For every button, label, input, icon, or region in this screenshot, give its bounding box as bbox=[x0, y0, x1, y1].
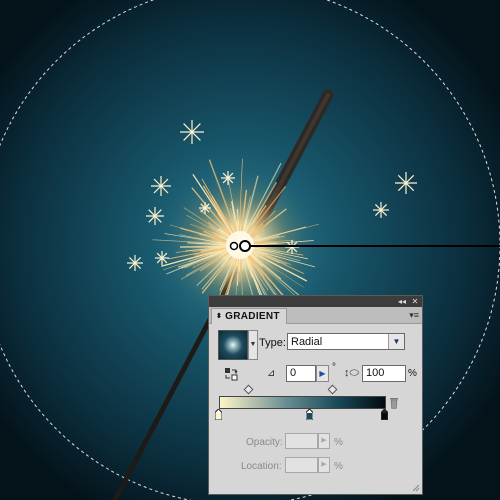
gradient-origin-handle[interactable] bbox=[239, 240, 251, 252]
gradient-focal-handle[interactable] bbox=[229, 241, 239, 251]
trash-icon[interactable] bbox=[389, 397, 399, 409]
gradient-slider[interactable] bbox=[219, 396, 386, 409]
opacity-label: Opacity: bbox=[246, 437, 283, 448]
degree-symbol: ° bbox=[332, 362, 336, 373]
aspect-ratio-input[interactable]: 100 bbox=[362, 365, 406, 382]
angle-input[interactable]: 0 bbox=[286, 365, 316, 382]
type-select[interactable]: Radial ▼ bbox=[287, 333, 405, 350]
location-dropdown[interactable]: ▶ bbox=[318, 457, 330, 473]
color-stop-start[interactable] bbox=[215, 409, 222, 420]
location-percent: % bbox=[334, 461, 343, 472]
type-label: Type: bbox=[259, 337, 286, 349]
tab-title: GRADIENT bbox=[225, 311, 280, 322]
angle-value: 0 bbox=[290, 367, 297, 379]
tab-gradient[interactable]: ⬍ GRADIENT bbox=[211, 308, 287, 324]
aspect-percent: % bbox=[408, 368, 417, 379]
midpoint-marker[interactable] bbox=[327, 384, 338, 395]
tab-expand-icon[interactable]: ⬍ bbox=[216, 313, 222, 320]
resize-grip-icon[interactable] bbox=[412, 484, 420, 492]
artboard: ◂◂ ✕ ⬍ GRADIENT ▾≡ ▼ Type: Radial ▼ ⊿ 0 ▶… bbox=[0, 0, 500, 500]
reverse-gradient-icon[interactable] bbox=[224, 367, 238, 381]
location-input[interactable] bbox=[285, 457, 318, 473]
chevron-down-icon[interactable]: ▼ bbox=[388, 334, 404, 349]
angle-icon: ⊿ bbox=[267, 368, 276, 379]
opacity-percent: % bbox=[334, 437, 343, 448]
gradient-presets-dropdown[interactable]: ▼ bbox=[248, 330, 258, 360]
panel-tab-bar: ⬍ GRADIENT ▾≡ bbox=[209, 307, 422, 324]
color-stop-middle[interactable] bbox=[306, 409, 313, 420]
aspect-ratio-icon: ↕⬭ bbox=[344, 367, 359, 379]
color-stop-end[interactable] bbox=[381, 409, 388, 420]
gradient-thumbnail[interactable] bbox=[218, 330, 248, 360]
angle-dropdown[interactable]: ▶ bbox=[316, 365, 329, 382]
location-label: Location: bbox=[241, 461, 282, 472]
gradient-panel: ◂◂ ✕ ⬍ GRADIENT ▾≡ ▼ Type: Radial ▼ ⊿ 0 ▶… bbox=[208, 295, 423, 495]
collapse-icon[interactable]: ◂◂ bbox=[396, 296, 408, 307]
aspect-ratio-value: 100 bbox=[366, 367, 385, 379]
opacity-input[interactable] bbox=[285, 433, 318, 449]
panel-menu-icon[interactable]: ▾≡ bbox=[409, 310, 419, 321]
panel-title-strip[interactable]: ◂◂ ✕ bbox=[209, 296, 422, 307]
midpoint-marker[interactable] bbox=[243, 384, 254, 395]
type-value: Radial bbox=[291, 336, 323, 348]
close-icon[interactable]: ✕ bbox=[409, 296, 421, 307]
opacity-dropdown[interactable]: ▶ bbox=[318, 433, 330, 449]
